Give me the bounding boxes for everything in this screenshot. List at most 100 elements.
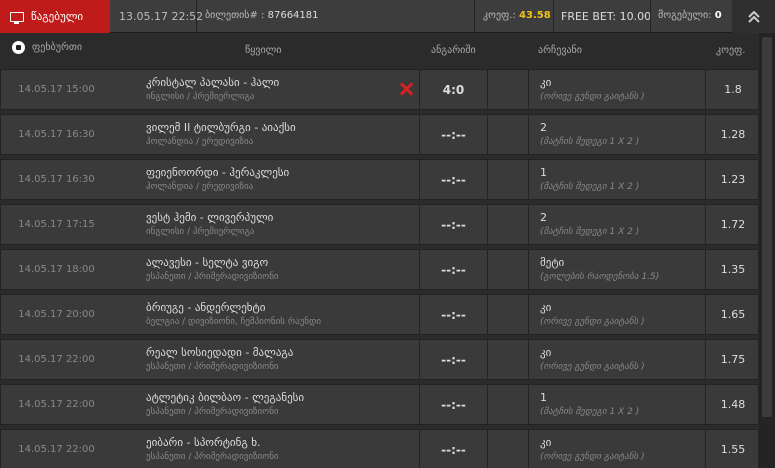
odds-value: 1.72: [720, 218, 746, 231]
pick-value: 1: [540, 166, 547, 179]
match-datetime: 14.05.17 15:00: [18, 84, 95, 95]
odds-value: 1.55: [720, 443, 746, 456]
match-datetime: 14.05.17 22:00: [18, 354, 95, 365]
scrollbar-thumb[interactable]: [762, 37, 772, 417]
choice-cell: კი (ორივე გუნდი გაიტანს ): [528, 340, 706, 379]
total-coef-label: კოეფ.:: [483, 10, 516, 21]
free-bet-label: FREE BET:: [561, 10, 617, 23]
event-cell: ვილემ II ტილბურგი - აიაქსი ჰოლანდია / ერ…: [112, 115, 419, 154]
odds-value: 1.35: [720, 263, 746, 276]
pick-value: 1: [540, 391, 547, 404]
free-bet-value: 10.00: [619, 10, 652, 23]
bet-row: 14.05.17 22:00 რეალ სოსიედადი - მალაგა ე…: [0, 339, 759, 380]
bet-row: 14.05.17 18:00 ალავესი - სელტა ვიგო ესპა…: [0, 249, 759, 290]
market-name: (მატჩის შედეგი 1 X 2 ): [540, 227, 640, 237]
league-name: ბელგია / დივიზიონი, ჩემპიონის რაუნდი: [146, 317, 321, 327]
league-name: ჰოლანდია / ერედივიზია: [146, 182, 254, 192]
event-cell: ვესტ ჰემი - ლივერპული ინგლისი / პრემიერლ…: [112, 205, 419, 244]
divider: [474, 0, 475, 33]
event-cell: ბრიუგე - ანდერლეხტი ბელგია / დივიზიონი, …: [112, 295, 419, 334]
market-name: (ორივე გუნდი გაიტანს ): [540, 452, 645, 462]
pick-value: მეტი: [540, 256, 565, 269]
sport-label: ფეხბურთი: [12, 41, 82, 54]
match-score: --:--: [419, 250, 488, 289]
choice-cell: 1 (მატჩის შედეგი 1 X 2 ): [528, 160, 706, 199]
match-datetime: 14.05.17 20:00: [18, 309, 95, 320]
match-name: ვესტ ჰემი - ლივერპული: [146, 211, 274, 224]
ticket-header-bar: წაგებული 13.05.17 22:52 ბილეთის# : 87664…: [0, 0, 775, 33]
league-name: ესპანეთი / პრიმერადივიზიონი: [146, 452, 279, 462]
pick-value: 2: [540, 121, 547, 134]
match-datetime: 14.05.17 17:15: [18, 219, 95, 230]
match-score: 4:0: [419, 70, 488, 109]
event-cell: ფეიენოორდი - ჰერაკლესი ჰოლანდია / ერედივ…: [112, 160, 419, 199]
choice-cell: 2 (მატჩის შედეგი 1 X 2 ): [528, 115, 706, 154]
choice-cell: 2 (მატჩის შედეგი 1 X 2 ): [528, 205, 706, 244]
event-cell: ატლეტიკ ბილბაო - ლეგანესი ესპანეთი / პრი…: [112, 385, 419, 424]
status-tab-lost[interactable]: წაგებული: [0, 0, 110, 33]
event-cell: ეიბარი - სპორტინგ ხ. ესპანეთი / პრიმერად…: [112, 430, 419, 468]
bet-row: 14.05.17 15:00 კრისტალ პალასი - ჰალი ინგ…: [0, 69, 759, 110]
sport-name: ფეხბურთი: [32, 42, 83, 53]
match-datetime: 14.05.17 16:30: [18, 174, 95, 185]
odds-value: 1.23: [720, 173, 746, 186]
pick-value: კი: [540, 346, 552, 359]
market-name: (ორივე გუნდი გაიტანს ): [540, 92, 645, 102]
bet-row: 14.05.17 17:15 ვესტ ჰემი - ლივერპული ინგ…: [0, 204, 759, 245]
table-header: ფეხბურთი წყვილი ანგარიში არჩევანი კოეფ.: [0, 33, 759, 66]
event-cell: კრისტალ პალასი - ჰალი ინგლისი / პრემიერლ…: [112, 70, 419, 109]
bet-row: 14.05.17 16:30 ფეიენოორდი - ჰერაკლესი ჰო…: [0, 159, 759, 200]
match-name: ვილემ II ტილბურგი - აიაქსი: [146, 121, 296, 134]
divider: [196, 0, 197, 33]
market-name: (მატჩის შედეგი 1 X 2 ): [540, 137, 640, 147]
win-label: მოგებული:: [658, 10, 712, 21]
match-datetime: 14.05.17 18:00: [18, 264, 95, 275]
match-datetime: 14.05.17 16:30: [18, 129, 95, 140]
collapse-button[interactable]: [732, 0, 775, 33]
event-cell: ალავესი - სელტა ვიგო ესპანეთი / პრიმერად…: [112, 250, 419, 289]
ticket-datetime: 13.05.17 22:52: [119, 10, 204, 23]
pick-value: კი: [540, 301, 552, 314]
bet-row: 14.05.17 16:30 ვილემ II ტილბურგი - აიაქს…: [0, 114, 759, 155]
market-name: (ორივე გუნდი გაიტანს ): [540, 362, 645, 372]
monitor-icon: [10, 11, 24, 24]
odds-value: 1.28: [720, 128, 746, 141]
match-score: --:--: [419, 340, 488, 379]
column-header-choice: არჩევანი: [538, 45, 582, 56]
soccer-ball-icon: [12, 41, 25, 54]
choice-cell: მეტი (გოლების რაოდენობა 1.5): [528, 250, 706, 289]
league-name: ესპანეთი / პრიმერადივიზიონი: [146, 362, 279, 372]
match-score: --:--: [419, 205, 488, 244]
win-value: 0: [714, 10, 722, 21]
status-tab-label: წაგებული: [31, 10, 84, 23]
odds-value: 1.8: [724, 83, 742, 96]
league-name: ჰოლანდია / ერედივიზია: [146, 137, 254, 147]
match-score: --:--: [419, 295, 488, 334]
match-name: ბრიუგე - ანდერლეხტი: [146, 301, 266, 314]
league-name: ესპანეთი / პრიმერადივიზიონი: [146, 272, 279, 282]
event-cell: რეალ სოსიედადი - მალაგა ესპანეთი / პრიმე…: [112, 340, 419, 379]
pick-value: 2: [540, 211, 547, 224]
total-coef-value: 43.58: [519, 10, 551, 21]
divider: [650, 0, 651, 33]
match-score: --:--: [419, 430, 488, 468]
match-score: --:--: [419, 115, 488, 154]
column-header-event: წყვილი: [245, 45, 282, 56]
odds-value: 1.65: [720, 308, 746, 321]
match-datetime: 14.05.17 22:00: [18, 444, 95, 455]
bet-row: 14.05.17 22:00 ეიბარი - სპორტინგ ხ. ესპა…: [0, 429, 759, 468]
market-name: (მატჩის შედეგი 1 X 2 ): [540, 407, 640, 417]
choice-cell: 1 (მატჩის შედეგი 1 X 2 ): [528, 385, 706, 424]
win-amount: მოგებული: 0: [658, 10, 722, 21]
bet-row: 14.05.17 20:00 ბრიუგე - ანდერლეხტი ბელგი…: [0, 294, 759, 335]
ticket-number: ბილეთის# : 87664181: [205, 10, 319, 21]
ticket-number-label: ბილეთის# :: [205, 10, 265, 21]
match-score: --:--: [419, 160, 488, 199]
scrollbar[interactable]: [759, 33, 775, 468]
match-name: ფეიენოორდი - ჰერაკლესი: [146, 166, 290, 179]
